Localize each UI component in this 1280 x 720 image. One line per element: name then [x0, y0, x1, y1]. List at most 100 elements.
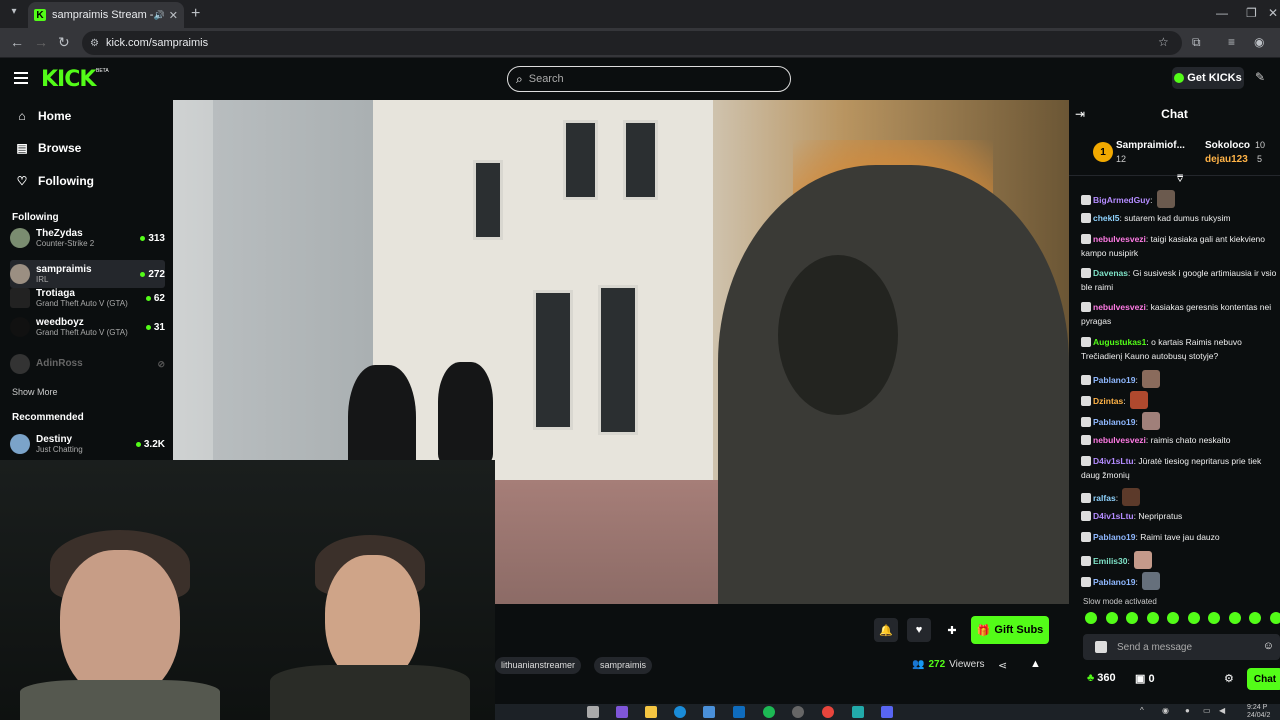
- quick-emote-icon[interactable]: [1126, 612, 1138, 624]
- emoji-picker-icon[interactable]: ☺: [1263, 640, 1274, 652]
- leader-name[interactable]: dejau123: [1205, 154, 1248, 165]
- profile-icon[interactable]: ◉: [1254, 35, 1264, 49]
- following-channel[interactable]: TheZydas Counter-Strike 2 313: [10, 224, 165, 252]
- chat-username[interactable]: Pablano19: [1093, 375, 1136, 385]
- get-kicks-button[interactable]: Get KICKs: [1172, 67, 1244, 89]
- chrome-icon[interactable]: [822, 706, 834, 718]
- person-right: [270, 535, 470, 720]
- network-icon[interactable]: ◉: [1162, 706, 1169, 715]
- extensions-icon[interactable]: ⧉: [1192, 35, 1201, 50]
- site-info-icon[interactable]: ⚙: [90, 38, 99, 49]
- live-dot-icon: [135, 441, 141, 447]
- notification-bell-icon[interactable]: 🔔: [874, 618, 898, 642]
- chat-footer: ♣ 360 ▣ 0 ⚙ Chat: [1069, 668, 1280, 694]
- display-icon[interactable]: ▭: [1203, 706, 1211, 715]
- gift-subs-button[interactable]: 🎁 Gift Subs: [971, 616, 1049, 644]
- file-explorer-icon[interactable]: [645, 706, 657, 718]
- chat-input[interactable]: Send a message ☺: [1083, 634, 1280, 660]
- show-more-link[interactable]: Show More: [12, 387, 58, 397]
- follow-heart-icon[interactable]: ♥: [907, 618, 931, 642]
- chat-username[interactable]: Dzintas: [1093, 396, 1123, 406]
- mic-icon[interactable]: ●: [1185, 706, 1190, 715]
- quick-emote-icon[interactable]: [1187, 612, 1200, 624]
- leader-name[interactable]: Sokoloco: [1205, 140, 1250, 151]
- reload-icon[interactable]: ↻: [58, 34, 70, 51]
- chat-username[interactable]: D4iv1sLtu: [1093, 456, 1134, 466]
- quick-emote-icon[interactable]: [1167, 612, 1179, 624]
- clock[interactable]: 9:24 P 24/04/2: [1247, 704, 1270, 720]
- chat-username[interactable]: chekl5: [1093, 213, 1119, 223]
- app-icon[interactable]: [792, 706, 804, 718]
- mail-icon[interactable]: [733, 706, 745, 718]
- minimize-icon[interactable]: —: [1216, 6, 1228, 20]
- chat-username[interactable]: Pablano19: [1093, 417, 1136, 427]
- chat-settings-icon[interactable]: ⚙: [1224, 672, 1234, 685]
- forward-icon[interactable]: →: [34, 34, 48, 50]
- following-channel[interactable]: weedboyz Grand Theft Auto V (GTA) 31: [10, 313, 165, 341]
- recommended-heading: Recommended: [12, 412, 84, 423]
- share-icon[interactable]: ⋖: [998, 659, 1007, 672]
- gifter-crown-icon: 1: [1093, 142, 1113, 162]
- quick-emote-icon[interactable]: [1105, 612, 1118, 624]
- taskview-icon[interactable]: [587, 706, 599, 718]
- new-tab-icon[interactable]: +: [191, 5, 200, 23]
- discord-icon[interactable]: [881, 706, 893, 718]
- chat-username[interactable]: nebulvesvezi: [1093, 302, 1146, 312]
- nav-home[interactable]: ⌂ Home: [16, 109, 71, 123]
- chat-username[interactable]: nebulvesvezi: [1093, 435, 1146, 445]
- nav-following[interactable]: ♡ Following: [16, 174, 94, 188]
- store-icon[interactable]: [703, 706, 715, 718]
- quick-emote-icon[interactable]: [1146, 612, 1159, 624]
- recommended-channel[interactable]: Destiny Just Chatting 3.2K: [10, 430, 165, 458]
- back-icon[interactable]: ←: [10, 34, 24, 50]
- gift-count[interactable]: ▣ 0: [1135, 672, 1155, 685]
- spotify-icon[interactable]: [763, 706, 775, 718]
- chat-username[interactable]: Davenas: [1093, 268, 1128, 278]
- building-window: [598, 285, 638, 435]
- app-icon[interactable]: [852, 706, 864, 718]
- close-tab-icon[interactable]: ✕: [169, 9, 178, 22]
- copilot-icon[interactable]: [616, 706, 628, 718]
- menu-icon[interactable]: [14, 72, 28, 84]
- quick-emote-icon[interactable]: [1208, 612, 1220, 624]
- chat-username[interactable]: nebulvesvezi: [1093, 234, 1146, 244]
- quick-emote-icon[interactable]: [1269, 612, 1280, 624]
- send-chat-button[interactable]: Chat: [1247, 668, 1280, 690]
- search-input[interactable]: ⌕ Search: [507, 66, 791, 92]
- user-menu-icon[interactable]: ✎: [1255, 70, 1265, 84]
- bookmark-star-icon[interactable]: ☆: [1158, 35, 1169, 49]
- browser-tab[interactable]: K sampraimis Stream - Watch 🔊 ✕: [28, 2, 184, 28]
- chat-username[interactable]: D4iv1sLtu: [1093, 511, 1134, 521]
- kick-logo[interactable]: KICK: [41, 67, 96, 92]
- chat-username[interactable]: Pablano19: [1093, 532, 1136, 542]
- tray-chevron-icon[interactable]: ^: [1140, 706, 1144, 715]
- tab-search-icon[interactable]: ▾: [6, 6, 22, 22]
- following-channel[interactable]: AdinRoss ⊘: [10, 350, 165, 378]
- subscribe-icon[interactable]: ✚: [940, 618, 964, 642]
- chat-username[interactable]: Pablano19: [1093, 577, 1136, 587]
- following-channel[interactable]: Trotiaga Grand Theft Auto V (GTA) 62: [10, 284, 165, 312]
- address-bar[interactable]: ⚙ kick.com/sampraimis: [82, 31, 1182, 55]
- chat-username[interactable]: ralfas: [1093, 493, 1116, 503]
- volume-icon[interactable]: ◀: [1219, 706, 1225, 715]
- pinned-filter-icon[interactable]: ⩢: [1177, 174, 1183, 185]
- chat-username[interactable]: Emilis30: [1093, 556, 1128, 566]
- channel-points[interactable]: ♣ 360: [1087, 672, 1116, 684]
- quick-emote-icon[interactable]: [1085, 612, 1097, 624]
- chat-username[interactable]: BigArmedGuy: [1093, 195, 1150, 205]
- close-window-icon[interactable]: ✕: [1268, 6, 1278, 20]
- stream-tag[interactable]: sampraimis: [594, 657, 653, 674]
- quick-emote-icon[interactable]: [1249, 612, 1261, 624]
- chat-username[interactable]: Augustukas1: [1093, 337, 1146, 347]
- stream-tag[interactable]: lithuanianstreamer: [495, 657, 582, 674]
- audio-icon[interactable]: 🔊: [154, 10, 165, 21]
- maximize-icon[interactable]: ❐: [1246, 6, 1257, 20]
- chat-message: BigArmedGuy:: [1081, 190, 1280, 208]
- leader-name[interactable]: Sampraimiof...: [1116, 140, 1185, 151]
- live-dot-icon: [145, 324, 151, 330]
- edge-icon[interactable]: [674, 706, 686, 718]
- report-warning-icon[interactable]: ▲: [1030, 658, 1041, 670]
- quick-emote-icon[interactable]: [1228, 612, 1241, 624]
- media-icon[interactable]: ≡: [1228, 35, 1235, 49]
- nav-browse[interactable]: ▤ Browse: [16, 141, 81, 155]
